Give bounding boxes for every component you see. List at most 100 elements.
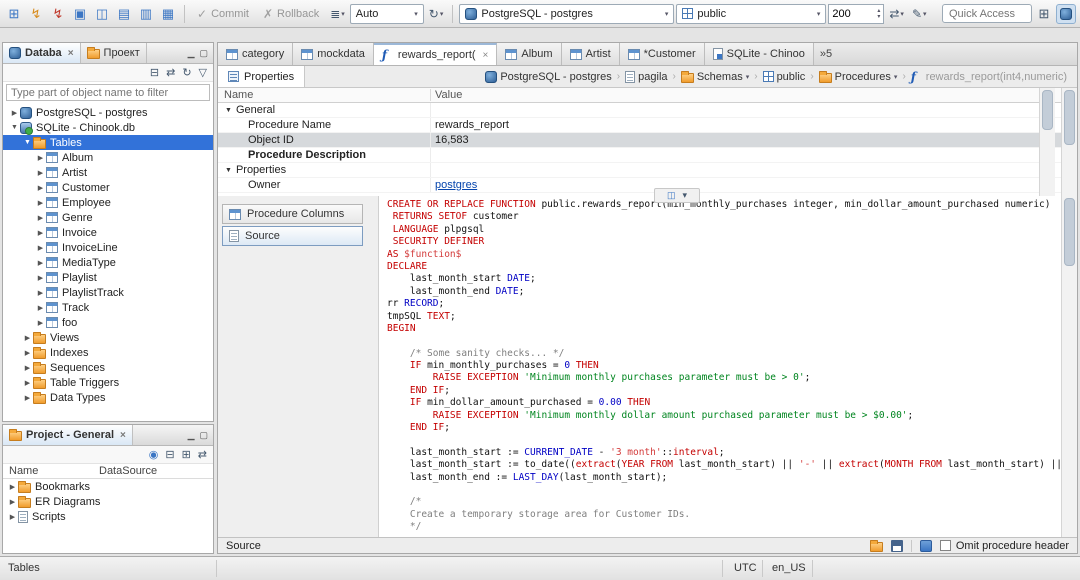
- breadcrumb-item-public[interactable]: public: [761, 71, 808, 83]
- expand-arrow-icon[interactable]: ▶: [35, 259, 46, 267]
- close-icon[interactable]: ×: [483, 50, 489, 61]
- project-item-er-diagrams[interactable]: ▶ ER Diagrams: [3, 494, 213, 509]
- owner-link[interactable]: postgres: [435, 179, 477, 191]
- tree-item-views[interactable]: ▶ Views: [3, 330, 213, 345]
- editor-tab-mockdata[interactable]: mockdata: [293, 43, 374, 65]
- grid-scrollbar[interactable]: [1039, 88, 1055, 196]
- expand-arrow-icon[interactable]: ▶: [35, 274, 46, 282]
- collapse-arrow-icon[interactable]: ▼: [22, 139, 33, 146]
- breadcrumb-item-schemas[interactable]: Schemas ▾: [679, 70, 751, 83]
- expand-arrow-icon[interactable]: ▶: [35, 184, 46, 192]
- maximize-icon[interactable]: ▢: [199, 430, 208, 441]
- collapse-all-icon[interactable]: ⊟: [150, 66, 159, 79]
- network-config-button[interactable]: ⇄ ▾: [886, 5, 907, 23]
- tab-overflow-button[interactable]: »5: [814, 43, 838, 65]
- property-row-procedure-description[interactable]: Procedure Description: [218, 148, 1077, 163]
- tab-project-general[interactable]: Project - General ×: [3, 425, 133, 445]
- expand-arrow-icon[interactable]: ▶: [35, 304, 46, 312]
- side-tab-source[interactable]: Source: [222, 226, 363, 246]
- edit-mode-button[interactable]: ✎ ▾: [909, 5, 930, 23]
- schema-select[interactable]: public ▾: [676, 3, 827, 24]
- transaction-log-button[interactable]: ≣ ▾: [327, 5, 348, 23]
- minimize-icon[interactable]: ▁: [188, 48, 195, 59]
- expand-arrow-icon[interactable]: ▶: [22, 364, 33, 372]
- close-icon[interactable]: ×: [68, 48, 74, 59]
- tab-properties[interactable]: Properties: [218, 66, 306, 87]
- tab-projects[interactable]: Проект: [81, 43, 147, 63]
- transaction-mode-select[interactable]: Auto ▾: [349, 3, 424, 24]
- tree-item-indexes[interactable]: ▶ Indexes: [3, 345, 213, 360]
- tree-item-tables[interactable]: ▼ Tables: [3, 135, 213, 150]
- fetch-size-input[interactable]: [832, 7, 865, 20]
- editor-tab-customer[interactable]: *Customer: [619, 43, 705, 65]
- column-datasource[interactable]: DataSource: [99, 465, 157, 477]
- disconnect-icon[interactable]: ↯: [48, 4, 68, 24]
- tree-item-foo[interactable]: ▶ foo: [3, 315, 213, 330]
- execute-script-icon[interactable]: ▥: [136, 4, 156, 24]
- expand-arrow-icon[interactable]: ▶: [35, 229, 46, 237]
- collapse-all-project-icon[interactable]: ⊟: [165, 448, 174, 461]
- expand-arrow-icon[interactable]: ▶: [7, 498, 18, 506]
- open-in-sql-editor-icon[interactable]: [919, 539, 932, 552]
- source-scrollbar[interactable]: [1061, 196, 1077, 537]
- expand-arrow-icon[interactable]: ▶: [22, 394, 33, 402]
- column-name[interactable]: Name: [3, 465, 99, 477]
- connect-icon[interactable]: ↯: [26, 4, 46, 24]
- fetch-size-stepper[interactable]: ▴▾: [828, 3, 885, 24]
- sql-editor-icon[interactable]: ▣: [70, 4, 90, 24]
- link-project-icon[interactable]: ⇄: [198, 448, 207, 461]
- property-row-owner[interactable]: Owner postgres: [218, 178, 1077, 193]
- omit-header-checkbox[interactable]: [939, 540, 951, 551]
- project-item-bookmarks[interactable]: ▶ Bookmarks: [3, 479, 213, 494]
- tree-item-playlisttrack[interactable]: ▶ PlaylistTrack: [3, 285, 213, 300]
- sash-menu-icon[interactable]: ▾: [682, 190, 687, 201]
- expand-arrow-icon[interactable]: ▶: [22, 334, 33, 342]
- expand-arrow-icon[interactable]: ▶: [35, 199, 46, 207]
- show-catalog-icon[interactable]: ▦: [158, 4, 178, 24]
- quick-access-input[interactable]: [942, 4, 1032, 23]
- close-icon[interactable]: ×: [120, 430, 126, 441]
- expand-arrow-icon[interactable]: ▶: [7, 483, 18, 491]
- editor-tab-album[interactable]: Album: [497, 43, 562, 65]
- source-code-viewer[interactable]: CREATE OR REPLACE FUNCTION public.reward…: [378, 196, 1077, 537]
- expand-arrow-icon[interactable]: ▶: [22, 379, 33, 387]
- grid-column-name[interactable]: Name: [218, 89, 431, 101]
- tree-item-invoice[interactable]: ▶ Invoice: [3, 225, 213, 240]
- expand-arrow-icon[interactable]: ▶: [35, 244, 46, 252]
- tree-item-artist[interactable]: ▶ Artist: [3, 165, 213, 180]
- property-group-general[interactable]: ▼ General: [218, 103, 1077, 118]
- breadcrumb-item-procedures[interactable]: Procedures ▾: [817, 70, 900, 83]
- editor-tab-category[interactable]: category: [218, 43, 294, 65]
- expand-arrow-icon[interactable]: ▶: [35, 214, 46, 222]
- view-source-toggle-icon[interactable]: ◫: [667, 190, 676, 201]
- link-with-editor-icon[interactable]: ⇄: [166, 66, 175, 79]
- project-item-scripts[interactable]: ▶ Scripts: [3, 509, 213, 524]
- tree-item-mediatype[interactable]: ▶ MediaType: [3, 255, 213, 270]
- tree-item-invoiceline[interactable]: ▶ InvoiceLine: [3, 240, 213, 255]
- property-row-procedure-name[interactable]: Procedure Name rewards_report: [218, 118, 1077, 133]
- open-perspective-button[interactable]: ⊞: [1034, 4, 1054, 24]
- tree-item-postgresql-postgres[interactable]: ▶ PostgreSQL - postgres: [3, 105, 213, 120]
- refresh-button[interactable]: ↻ ▾: [426, 5, 447, 23]
- tree-item-album[interactable]: ▶ Album: [3, 150, 213, 165]
- expand-arrow-icon[interactable]: ▶: [9, 109, 20, 117]
- editor-tab-sqlite-chinoo[interactable]: SQLite - Chinoo: [704, 43, 814, 65]
- tree-item-playlist[interactable]: ▶ Playlist: [3, 270, 213, 285]
- tree-item-genre[interactable]: ▶ Genre: [3, 210, 213, 225]
- tree-item-table-triggers[interactable]: ▶ Table Triggers: [3, 375, 213, 390]
- new-sql-editor-icon[interactable]: ◫: [92, 4, 112, 24]
- expand-arrow-icon[interactable]: ▶: [22, 349, 33, 357]
- open-sql-script-icon[interactable]: ▤: [114, 4, 134, 24]
- expand-arrow-icon[interactable]: ▶: [35, 154, 46, 162]
- spinner-arrows-icon[interactable]: ▴ ▾: [877, 8, 880, 20]
- tree-item-sqlite-chinook-db[interactable]: ▼ SQLite - Chinook.db: [3, 120, 213, 135]
- new-connection-icon[interactable]: ⊞: [4, 4, 24, 24]
- refresh-tree-icon[interactable]: ↻: [182, 66, 191, 79]
- expand-arrow-icon[interactable]: ▶: [7, 513, 18, 521]
- editor-tab-rewards-report[interactable]: rewards_report(×: [373, 43, 498, 65]
- property-group-properties[interactable]: ▼ Properties: [218, 163, 1077, 178]
- maximize-icon[interactable]: ▢: [199, 48, 208, 59]
- breadcrumb-item-postgresql-postgres[interactable]: PostgreSQL - postgres: [483, 70, 613, 83]
- scrollbar-thumb[interactable]: [1042, 90, 1053, 130]
- tree-item-customer[interactable]: ▶ Customer: [3, 180, 213, 195]
